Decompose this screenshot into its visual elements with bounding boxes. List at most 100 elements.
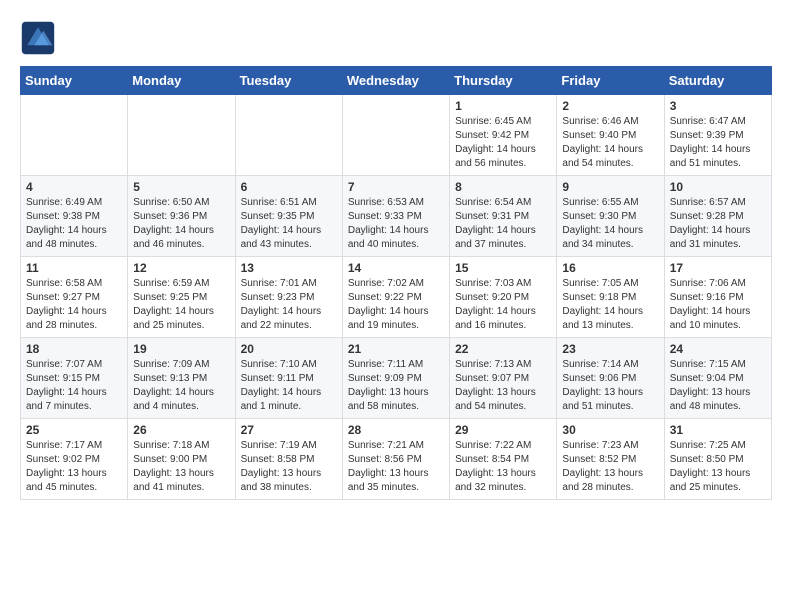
day-number: 4 bbox=[26, 180, 122, 194]
calendar-cell-1-1 bbox=[21, 95, 128, 176]
day-number: 28 bbox=[348, 423, 444, 437]
calendar-cell-1-7: 3 Sunrise: 6:47 AM Sunset: 9:39 PM Daylig… bbox=[664, 95, 771, 176]
calendar-cell-5-3: 27 Sunrise: 7:19 AM Sunset: 8:58 PM Dayli… bbox=[235, 419, 342, 500]
day-number: 5 bbox=[133, 180, 229, 194]
calendar-cell-4-2: 19 Sunrise: 7:09 AM Sunset: 9:13 PM Dayli… bbox=[128, 338, 235, 419]
day-info: Sunrise: 7:19 AM Sunset: 8:58 PM Dayligh… bbox=[241, 439, 337, 495]
day-number: 25 bbox=[26, 423, 122, 437]
day-info: Sunrise: 7:11 AM Sunset: 9:09 PM Dayligh… bbox=[348, 358, 444, 414]
calendar-cell-4-7: 24 Sunrise: 7:15 AM Sunset: 9:04 PM Dayli… bbox=[664, 338, 771, 419]
day-info: Sunrise: 6:58 AM Sunset: 9:27 PM Dayligh… bbox=[26, 277, 122, 333]
week-row-5: 25 Sunrise: 7:17 AM Sunset: 9:02 PM Dayli… bbox=[21, 419, 772, 500]
day-info: Sunrise: 7:06 AM Sunset: 9:16 PM Dayligh… bbox=[670, 277, 766, 333]
weekday-header-sunday: Sunday bbox=[21, 67, 128, 95]
day-info: Sunrise: 6:59 AM Sunset: 9:25 PM Dayligh… bbox=[133, 277, 229, 333]
day-number: 31 bbox=[670, 423, 766, 437]
weekday-header-saturday: Saturday bbox=[664, 67, 771, 95]
day-number: 7 bbox=[348, 180, 444, 194]
day-info: Sunrise: 7:09 AM Sunset: 9:13 PM Dayligh… bbox=[133, 358, 229, 414]
day-number: 24 bbox=[670, 342, 766, 356]
day-number: 14 bbox=[348, 261, 444, 275]
weekday-header-thursday: Thursday bbox=[450, 67, 557, 95]
weekday-header-tuesday: Tuesday bbox=[235, 67, 342, 95]
calendar-cell-2-7: 10 Sunrise: 6:57 AM Sunset: 9:28 PM Dayli… bbox=[664, 176, 771, 257]
weekday-header-monday: Monday bbox=[128, 67, 235, 95]
day-number: 29 bbox=[455, 423, 551, 437]
calendar-cell-5-2: 26 Sunrise: 7:18 AM Sunset: 9:00 PM Dayli… bbox=[128, 419, 235, 500]
day-info: Sunrise: 6:45 AM Sunset: 9:42 PM Dayligh… bbox=[455, 115, 551, 171]
calendar-cell-2-5: 8 Sunrise: 6:54 AM Sunset: 9:31 PM Daylig… bbox=[450, 176, 557, 257]
calendar-cell-5-4: 28 Sunrise: 7:21 AM Sunset: 8:56 PM Dayli… bbox=[342, 419, 449, 500]
calendar-cell-4-1: 18Sunrise: 7:07 AM Sunset: 9:15 PM Dayli… bbox=[21, 338, 128, 419]
weekday-header-wednesday: Wednesday bbox=[342, 67, 449, 95]
calendar-cell-2-4: 7 Sunrise: 6:53 AM Sunset: 9:33 PM Daylig… bbox=[342, 176, 449, 257]
calendar-cell-4-3: 20 Sunrise: 7:10 AM Sunset: 9:11 PM Dayli… bbox=[235, 338, 342, 419]
day-number: 23 bbox=[562, 342, 658, 356]
day-number: 20 bbox=[241, 342, 337, 356]
day-info: Sunrise: 7:22 AM Sunset: 8:54 PM Dayligh… bbox=[455, 439, 551, 495]
day-number: 26 bbox=[133, 423, 229, 437]
calendar-cell-2-1: 4 Sunrise: 6:49 AM Sunset: 9:38 PM Daylig… bbox=[21, 176, 128, 257]
day-info: Sunrise: 6:50 AM Sunset: 9:36 PM Dayligh… bbox=[133, 196, 229, 252]
calendar-cell-3-4: 14 Sunrise: 7:02 AM Sunset: 9:22 PM Dayli… bbox=[342, 257, 449, 338]
day-info: Sunrise: 7:17 AM Sunset: 9:02 PM Dayligh… bbox=[26, 439, 122, 495]
day-number: 30 bbox=[562, 423, 658, 437]
day-info: Sunrise: 7:23 AM Sunset: 8:52 PM Dayligh… bbox=[562, 439, 658, 495]
day-info: Sunrise: 7:18 AM Sunset: 9:00 PM Dayligh… bbox=[133, 439, 229, 495]
day-info: Sunrise: 7:15 AM Sunset: 9:04 PM Dayligh… bbox=[670, 358, 766, 414]
day-number: 10 bbox=[670, 180, 766, 194]
day-info: Sunrise: 7:14 AM Sunset: 9:06 PM Dayligh… bbox=[562, 358, 658, 414]
day-number: 22 bbox=[455, 342, 551, 356]
calendar-cell-3-6: 16Sunrise: 7:05 AM Sunset: 9:18 PM Dayli… bbox=[557, 257, 664, 338]
day-info: Sunrise: 6:57 AM Sunset: 9:28 PM Dayligh… bbox=[670, 196, 766, 252]
calendar-cell-3-7: 17Sunrise: 7:06 AM Sunset: 9:16 PM Dayli… bbox=[664, 257, 771, 338]
calendar-cell-1-2 bbox=[128, 95, 235, 176]
calendar-cell-1-3 bbox=[235, 95, 342, 176]
calendar-cell-2-3: 6 Sunrise: 6:51 AM Sunset: 9:35 PM Daylig… bbox=[235, 176, 342, 257]
day-number: 1 bbox=[455, 99, 551, 113]
calendar-cell-3-1: 11 Sunrise: 6:58 AM Sunset: 9:27 PM Dayli… bbox=[21, 257, 128, 338]
day-info: Sunrise: 6:55 AM Sunset: 9:30 PM Dayligh… bbox=[562, 196, 658, 252]
calendar-cell-3-3: 13 Sunrise: 7:01 AM Sunset: 9:23 PM Dayli… bbox=[235, 257, 342, 338]
day-info: Sunrise: 7:02 AM Sunset: 9:22 PM Dayligh… bbox=[348, 277, 444, 333]
weekday-header-friday: Friday bbox=[557, 67, 664, 95]
day-info: Sunrise: 6:53 AM Sunset: 9:33 PM Dayligh… bbox=[348, 196, 444, 252]
calendar-cell-2-6: 9 Sunrise: 6:55 AM Sunset: 9:30 PM Daylig… bbox=[557, 176, 664, 257]
week-row-3: 11 Sunrise: 6:58 AM Sunset: 9:27 PM Dayli… bbox=[21, 257, 772, 338]
week-row-2: 4 Sunrise: 6:49 AM Sunset: 9:38 PM Daylig… bbox=[21, 176, 772, 257]
day-number: 8 bbox=[455, 180, 551, 194]
calendar-cell-4-4: 21Sunrise: 7:11 AM Sunset: 9:09 PM Dayli… bbox=[342, 338, 449, 419]
day-info: Sunrise: 7:10 AM Sunset: 9:11 PM Dayligh… bbox=[241, 358, 337, 414]
calendar-cell-2-2: 5 Sunrise: 6:50 AM Sunset: 9:36 PM Daylig… bbox=[128, 176, 235, 257]
day-number: 18 bbox=[26, 342, 122, 356]
day-info: Sunrise: 7:25 AM Sunset: 8:50 PM Dayligh… bbox=[670, 439, 766, 495]
calendar-cell-1-5: 1 Sunrise: 6:45 AM Sunset: 9:42 PM Daylig… bbox=[450, 95, 557, 176]
day-info: Sunrise: 7:01 AM Sunset: 9:23 PM Dayligh… bbox=[241, 277, 337, 333]
calendar-cell-5-1: 25 Sunrise: 7:17 AM Sunset: 9:02 PM Dayli… bbox=[21, 419, 128, 500]
day-number: 9 bbox=[562, 180, 658, 194]
day-info: Sunrise: 6:51 AM Sunset: 9:35 PM Dayligh… bbox=[241, 196, 337, 252]
day-number: 15 bbox=[455, 261, 551, 275]
day-number: 6 bbox=[241, 180, 337, 194]
day-info: Sunrise: 6:54 AM Sunset: 9:31 PM Dayligh… bbox=[455, 196, 551, 252]
calendar-cell-1-6: 2Sunrise: 6:46 AM Sunset: 9:40 PM Daylig… bbox=[557, 95, 664, 176]
calendar-cell-4-5: 22 Sunrise: 7:13 AM Sunset: 9:07 PM Dayli… bbox=[450, 338, 557, 419]
day-info: Sunrise: 6:47 AM Sunset: 9:39 PM Dayligh… bbox=[670, 115, 766, 171]
day-number: 27 bbox=[241, 423, 337, 437]
calendar-cell-3-2: 12Sunrise: 6:59 AM Sunset: 9:25 PM Dayli… bbox=[128, 257, 235, 338]
day-info: Sunrise: 7:03 AM Sunset: 9:20 PM Dayligh… bbox=[455, 277, 551, 333]
week-row-1: 1 Sunrise: 6:45 AM Sunset: 9:42 PM Daylig… bbox=[21, 95, 772, 176]
week-row-4: 18Sunrise: 7:07 AM Sunset: 9:15 PM Dayli… bbox=[21, 338, 772, 419]
day-info: Sunrise: 7:21 AM Sunset: 8:56 PM Dayligh… bbox=[348, 439, 444, 495]
calendar-cell-1-4 bbox=[342, 95, 449, 176]
day-number: 19 bbox=[133, 342, 229, 356]
day-info: Sunrise: 7:05 AM Sunset: 9:18 PM Dayligh… bbox=[562, 277, 658, 333]
weekday-header-row: SundayMondayTuesdayWednesdayThursdayFrid… bbox=[21, 67, 772, 95]
calendar-cell-5-6: 30 Sunrise: 7:23 AM Sunset: 8:52 PM Dayli… bbox=[557, 419, 664, 500]
day-number: 2 bbox=[562, 99, 658, 113]
day-number: 3 bbox=[670, 99, 766, 113]
day-info: Sunrise: 7:13 AM Sunset: 9:07 PM Dayligh… bbox=[455, 358, 551, 414]
day-info: Sunrise: 6:49 AM Sunset: 9:38 PM Dayligh… bbox=[26, 196, 122, 252]
day-number: 11 bbox=[26, 261, 122, 275]
day-number: 13 bbox=[241, 261, 337, 275]
